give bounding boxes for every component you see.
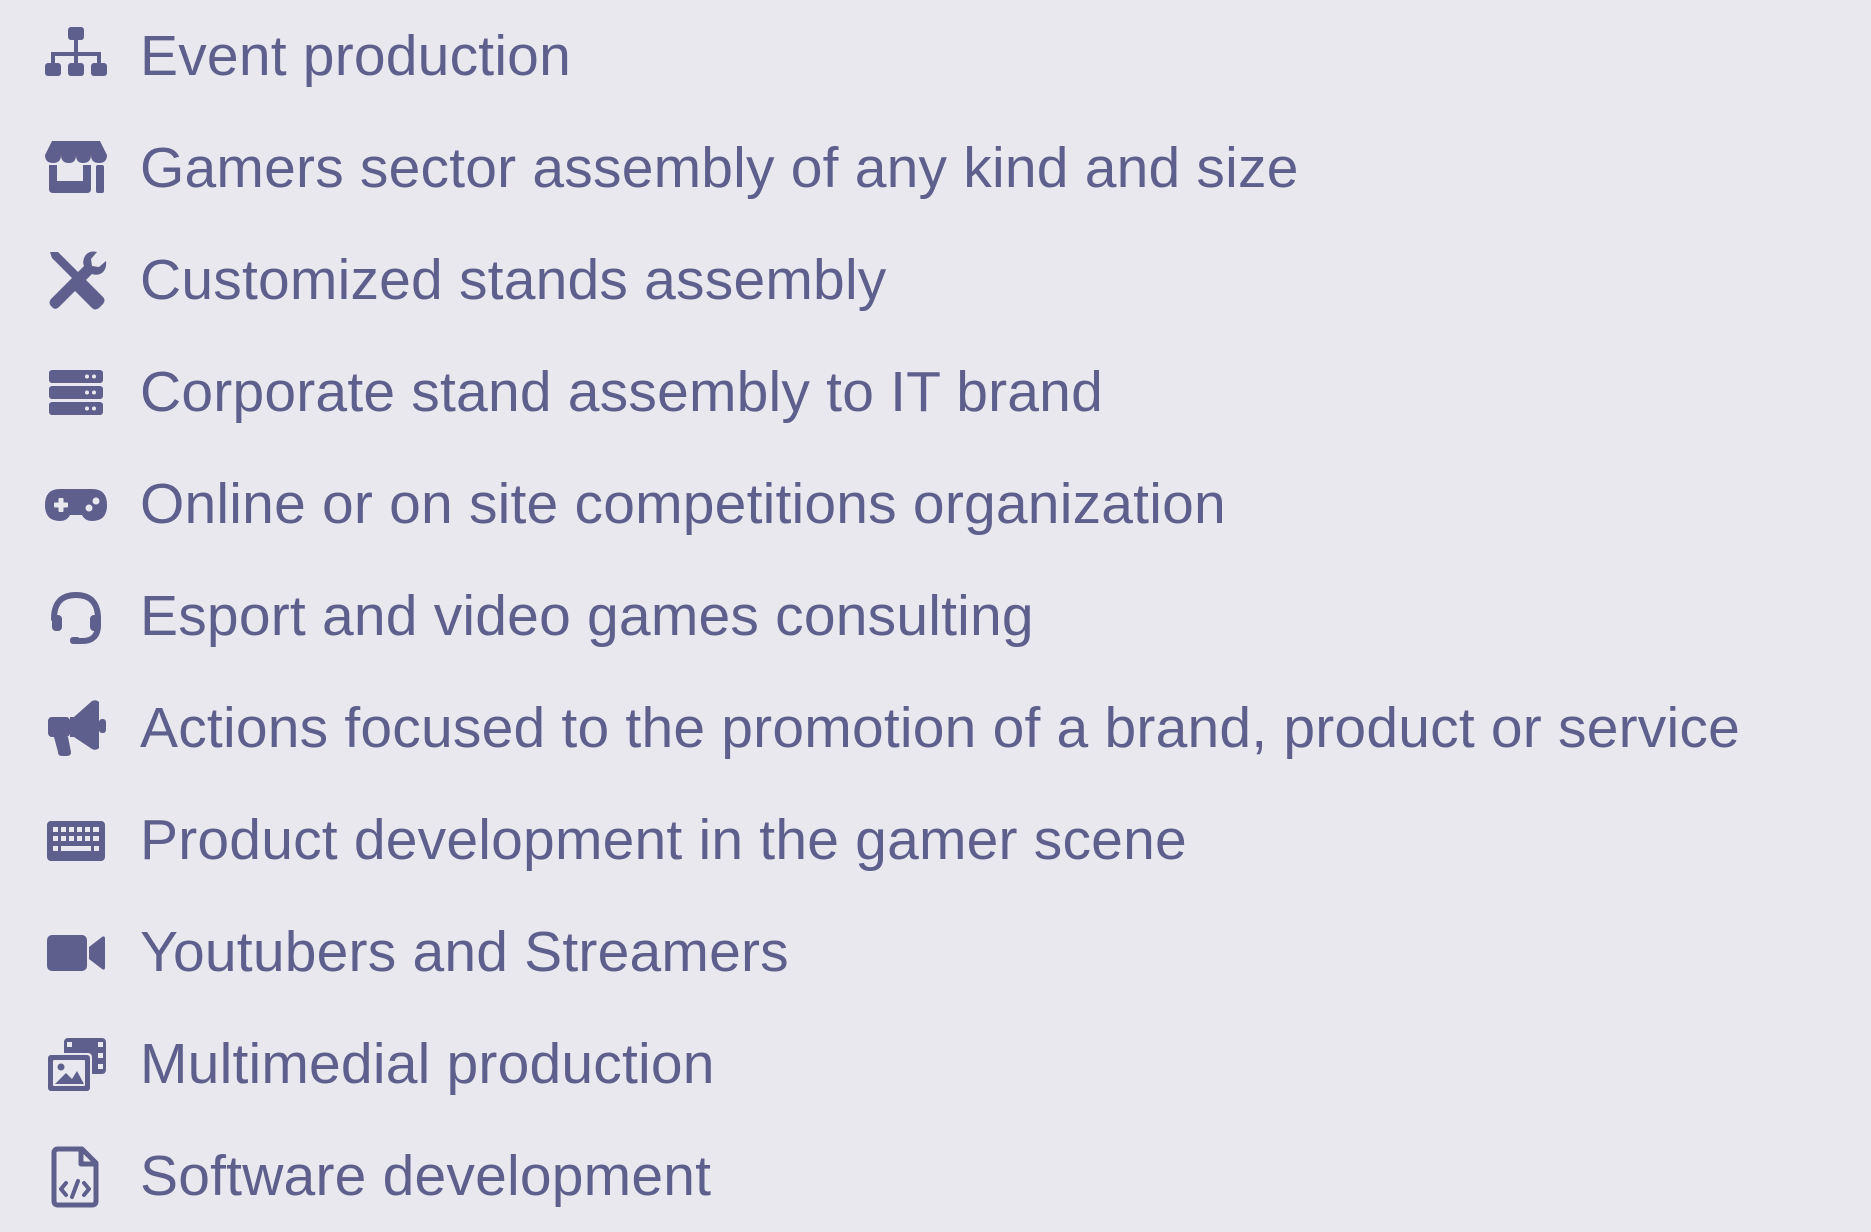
service-label: Gamers sector assembly of any kind and s… — [140, 136, 1299, 200]
list-item: Actions focused to the promotion of a br… — [0, 672, 1871, 784]
photo-film-icon — [44, 1033, 108, 1097]
file-code-icon — [44, 1145, 108, 1209]
megaphone-icon — [44, 697, 108, 761]
service-label: Event production — [140, 24, 571, 88]
service-label: Online or on site competitions organizat… — [140, 472, 1226, 536]
service-label: Esport and video games consulting — [140, 584, 1034, 648]
service-label: Customized stands assembly — [140, 248, 887, 312]
service-label: Product development in the gamer scene — [140, 808, 1187, 872]
list-item: Esport and video games consulting — [0, 560, 1871, 672]
list-item: Gamers sector assembly of any kind and s… — [0, 112, 1871, 224]
store-icon — [44, 137, 108, 201]
keyboard-icon — [44, 809, 108, 873]
list-item: Software development — [0, 1120, 1871, 1232]
tools-icon — [44, 249, 108, 313]
gamepad-icon — [44, 473, 108, 537]
server-icon — [44, 361, 108, 425]
list-item: Multimedial production — [0, 1008, 1871, 1120]
list-item: Online or on site competitions organizat… — [0, 448, 1871, 560]
list-item: Customized stands assembly — [0, 224, 1871, 336]
services-list: Event production Gamers sector assembly … — [0, 0, 1871, 1208]
sitemap-icon — [44, 25, 108, 89]
service-label: Youtubers and Streamers — [140, 920, 789, 984]
service-label: Corporate stand assembly to IT brand — [140, 360, 1103, 424]
service-label: Software development — [140, 1144, 712, 1208]
service-label: Actions focused to the promotion of a br… — [140, 696, 1740, 760]
video-camera-icon — [44, 921, 108, 985]
list-item: Corporate stand assembly to IT brand — [0, 336, 1871, 448]
service-label: Multimedial production — [140, 1032, 715, 1096]
headset-icon — [44, 585, 108, 649]
list-item: Youtubers and Streamers — [0, 896, 1871, 1008]
list-item: Event production — [0, 0, 1871, 112]
list-item: Product development in the gamer scene — [0, 784, 1871, 896]
